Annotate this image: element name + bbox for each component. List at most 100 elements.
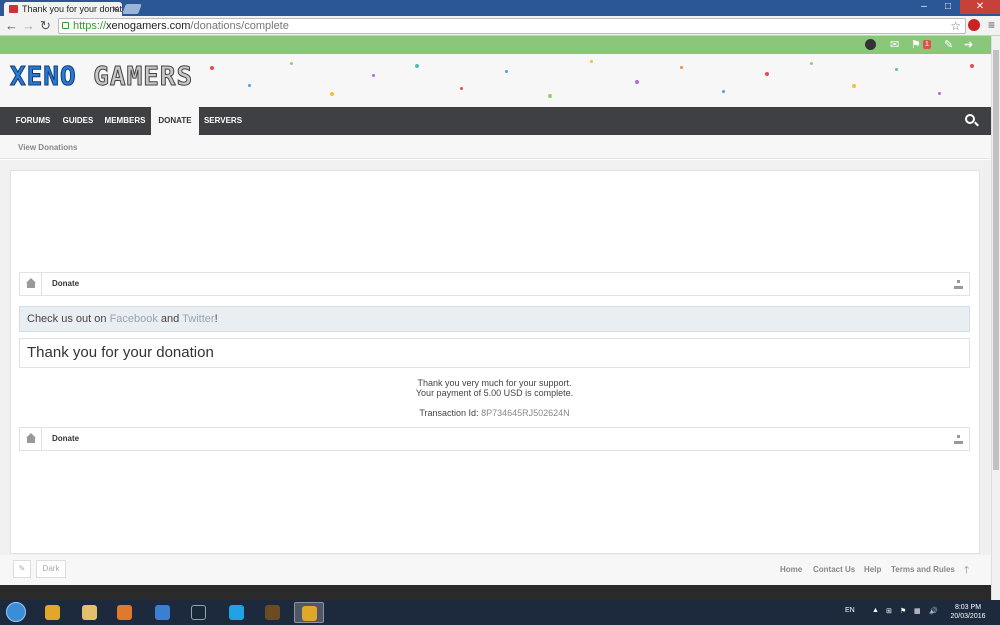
browser-menu-icon[interactable]: ≡ (988, 18, 995, 32)
chrome-active-taskbar-icon[interactable] (294, 602, 324, 623)
scroll-top-icon[interactable]: 🡑 (964, 563, 969, 580)
confetti-dot (372, 74, 375, 77)
volume-icon[interactable]: 🔊 (929, 607, 938, 615)
confetti-dot (970, 64, 974, 68)
confetti-dot (290, 62, 293, 65)
confetti-dot (852, 84, 856, 88)
notice-text: Check us out on (27, 313, 110, 325)
breadcrumb-donate[interactable]: Donate (52, 279, 79, 288)
reload-icon[interactable]: ↻ (40, 18, 51, 34)
notice-text: ! (214, 313, 218, 325)
lock-icon (62, 22, 69, 29)
transaction-id: 8P734645RJ502624N (481, 408, 570, 418)
message-line: Thank you very much for your support. (417, 378, 572, 388)
chrome-taskbar-icon[interactable] (38, 602, 68, 623)
forward-arrow-icon[interactable]: → (22, 18, 35, 34)
confetti-dot (248, 84, 251, 87)
confetti-dot (548, 94, 552, 98)
search-icon[interactable] (965, 114, 975, 124)
logout-icon[interactable]: ➜ (964, 39, 973, 51)
sitemap-icon[interactable] (954, 435, 963, 444)
style-dark-button[interactable]: Dark (36, 560, 66, 578)
maximize-icon[interactable]: □ (936, 0, 960, 14)
tab-title: Thank you for your donat (22, 4, 122, 14)
opera-extension-icon[interactable] (968, 19, 980, 31)
message-line: Your payment of 5.00 USD is complete. (415, 388, 574, 398)
sitemap-icon[interactable] (954, 280, 963, 289)
tray-arrow-icon[interactable]: ▲ (872, 607, 879, 614)
minimize-icon[interactable]: – (912, 0, 936, 14)
confetti-dot (330, 92, 334, 96)
transaction-label: Transaction Id: (419, 408, 482, 418)
clock-time: 8:03 PM (954, 604, 982, 611)
steam-taskbar-icon[interactable] (184, 602, 214, 623)
inbox-icon[interactable]: ✉ (890, 39, 899, 51)
confetti-dot (590, 60, 593, 63)
social-notice: Check us out on Facebook and Twitter! (19, 306, 970, 332)
site-logo[interactable]: XENO GAMERS (10, 62, 193, 93)
tab-guides[interactable]: GUIDES (58, 107, 98, 135)
game-taskbar-icon[interactable] (258, 602, 288, 623)
notes-icon[interactable]: ✎ (944, 39, 953, 51)
footer-home-link[interactable]: Home (780, 565, 802, 574)
skype-taskbar-icon[interactable] (222, 602, 252, 623)
confetti-dot (635, 80, 639, 84)
confetti-dot (460, 87, 463, 90)
media-player-taskbar-icon[interactable] (110, 602, 140, 623)
confetti-dot (765, 72, 769, 76)
url-scheme: https:// (73, 20, 107, 32)
breadcrumb-donate[interactable]: Donate (52, 434, 79, 443)
windows-update-icon[interactable]: ⊞ (886, 607, 892, 615)
tab-forums[interactable]: FORUMS (10, 107, 56, 135)
twitter-link[interactable]: Twitter (182, 313, 214, 325)
close-window-icon[interactable]: ✕ (960, 0, 1000, 14)
thank-you-message: Thank you very much for your support. Yo… (19, 378, 970, 398)
confetti-dot (210, 66, 214, 70)
network-icon[interactable]: ▦ (914, 607, 921, 615)
window-controls: – □ ✕ (912, 0, 1000, 14)
confetti-dot (505, 70, 508, 73)
avatar[interactable] (865, 39, 876, 50)
back-arrow-icon[interactable]: ← (5, 18, 18, 34)
alerts-flag-icon[interactable]: ⚑ (911, 39, 921, 51)
language-indicator[interactable]: EN (845, 607, 855, 614)
footer-bar (0, 585, 991, 600)
facebook-link[interactable]: Facebook (110, 313, 158, 325)
user-bar: ✉ ⚑ 1 ✎ ➜ (0, 36, 991, 54)
site-header: XENO GAMERS (0, 54, 991, 107)
address-bar[interactable]: https://xenogamers.com/donations/complet… (58, 18, 966, 34)
clock[interactable]: 8:03 PM 20/03/2016 (946, 603, 990, 621)
transaction-info: Transaction Id: 8P734645RJ502624N (19, 408, 970, 418)
footer-contact-link[interactable]: Contact Us (813, 565, 855, 574)
url-host: xenogamers.com (106, 20, 191, 32)
main-nav: FORUMS GUIDES MEMBERS DONATE SERVERS (0, 107, 991, 135)
style-chooser-icon[interactable]: ✎ (13, 560, 31, 578)
breadcrumb: Donate (19, 427, 970, 451)
alerts-badge: 1 (923, 40, 931, 49)
tab-members[interactable]: MEMBERS (100, 107, 150, 135)
new-tab-button[interactable] (122, 4, 142, 14)
start-button[interactable] (6, 602, 26, 622)
scrollbar-thumb[interactable] (993, 50, 999, 470)
explorer-taskbar-icon[interactable] (75, 602, 105, 623)
sub-nav: View Donations (0, 135, 991, 159)
confetti-dot (810, 62, 813, 65)
scrollbar[interactable] (991, 36, 1000, 600)
tab-servers[interactable]: SERVERS (200, 107, 246, 135)
footer-terms-link[interactable]: Terms and Rules (891, 565, 955, 574)
clock-date: 20/03/2016 (950, 613, 986, 620)
page-title: Thank you for your donation (19, 338, 970, 368)
browser-tab[interactable]: Thank you for your donat ✕ (4, 2, 122, 16)
home-icon[interactable] (20, 428, 42, 450)
home-icon[interactable] (20, 273, 42, 295)
action-center-icon[interactable]: ⚑ (900, 607, 906, 615)
footer-help-link[interactable]: Help (864, 565, 881, 574)
tab-donate[interactable]: DONATE (151, 107, 199, 135)
url-path: /donations/complete (190, 20, 289, 32)
uplay-taskbar-icon[interactable] (148, 602, 178, 623)
close-tab-icon[interactable]: ✕ (111, 2, 119, 16)
confetti-dot (680, 66, 683, 69)
view-donations-link[interactable]: View Donations (18, 143, 77, 152)
confetti-dot (895, 68, 898, 71)
bookmark-star-icon[interactable]: ☆ (950, 19, 961, 33)
